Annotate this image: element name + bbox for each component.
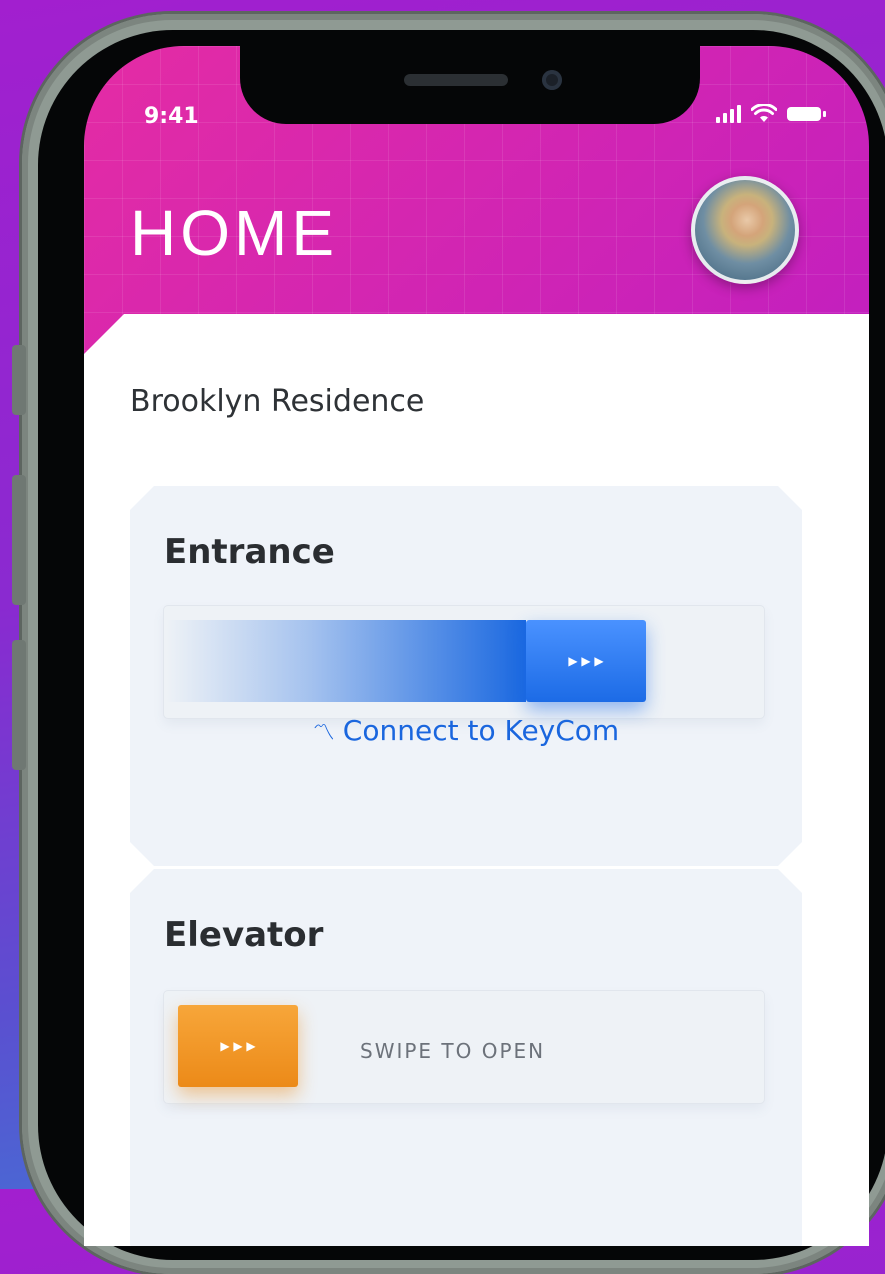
user-avatar[interactable] bbox=[691, 176, 799, 284]
door-card-entrance: Entrance ▶ ▶ ▶ 〽 Connect to KeyCom bbox=[130, 486, 802, 866]
status-icons bbox=[716, 104, 826, 124]
door-card-elevator: Elevator ▶ ▶ ▶ SWIPE TO OPEN bbox=[130, 869, 802, 1246]
chevrons-right-icon: ▶ ▶ ▶ bbox=[568, 654, 604, 668]
slider-handle[interactable]: ▶ ▶ ▶ bbox=[178, 1005, 298, 1087]
swipe-slider-track[interactable]: ▶ ▶ ▶ SWIPE TO OPEN bbox=[164, 991, 764, 1103]
front-camera bbox=[542, 70, 562, 90]
location-name: Brooklyn Residence bbox=[130, 384, 425, 419]
earpiece-speaker bbox=[404, 74, 508, 86]
unlock-slider-track[interactable]: ▶ ▶ ▶ bbox=[164, 606, 764, 718]
status-time: 9:41 bbox=[144, 104, 199, 129]
chevrons-right-icon: ▶ ▶ ▶ bbox=[220, 1039, 256, 1053]
connect-to-keycom-link[interactable]: 〽 Connect to KeyCom bbox=[130, 714, 802, 747]
wifi-icon bbox=[751, 104, 777, 122]
page-title: HOME bbox=[130, 197, 338, 269]
cellular-signal-icon bbox=[716, 105, 741, 123]
main-content: Brooklyn Residence Entrance ▶ ▶ ▶ 〽 Conne… bbox=[84, 314, 869, 1246]
slider-handle[interactable]: ▶ ▶ ▶ bbox=[526, 620, 646, 702]
slider-progress-fill bbox=[166, 620, 526, 702]
mute-switch bbox=[12, 345, 26, 415]
card-title: Entrance bbox=[164, 532, 335, 572]
notch bbox=[240, 46, 700, 124]
volume-down-button bbox=[12, 640, 26, 770]
battery-icon bbox=[787, 107, 826, 121]
connect-label: Connect to KeyCom bbox=[342, 714, 620, 747]
wifi-signal-icon: 〽 bbox=[312, 721, 335, 746]
app-screen: 9:41 HOME Brooklyn Residence Entrance ▶ … bbox=[84, 46, 869, 1246]
volume-up-button bbox=[12, 475, 26, 605]
swipe-to-open-label: SWIPE TO OPEN bbox=[360, 1039, 546, 1063]
card-title: Elevator bbox=[164, 915, 324, 955]
